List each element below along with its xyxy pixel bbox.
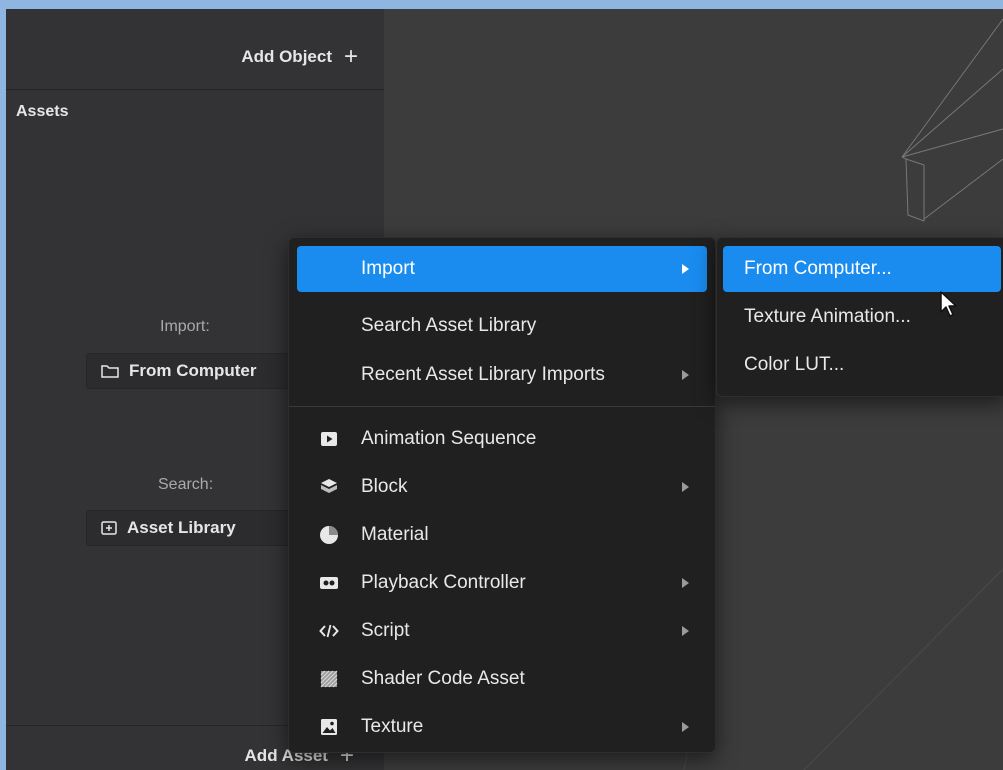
- from-computer-label: From Computer: [129, 361, 257, 380]
- from-computer-button[interactable]: From Computer: [86, 353, 296, 389]
- menu-item-script[interactable]: Script: [297, 608, 707, 654]
- mouse-cursor-icon: [940, 291, 957, 317]
- sphere-icon: [320, 526, 338, 544]
- submenu-arrow-icon: [682, 722, 689, 732]
- menu-item-texture[interactable]: Texture: [297, 704, 707, 750]
- import-submenu: From Computer... Texture Animation... Co…: [716, 237, 1003, 397]
- submenu-arrow-icon: [682, 578, 689, 588]
- asset-library-button[interactable]: Asset Library: [86, 510, 296, 546]
- submenu-arrow-icon: [682, 264, 689, 274]
- menu-item-shader-code-asset[interactable]: Shader Code Asset: [297, 656, 707, 702]
- menu-item-label: Material: [361, 524, 429, 545]
- menu-divider: [289, 406, 715, 407]
- add-folder-icon: [101, 521, 117, 535]
- submenu-item-texture-animation[interactable]: Texture Animation...: [723, 294, 1001, 340]
- menu-item-material[interactable]: Material: [297, 512, 707, 558]
- asset-library-label: Asset Library: [127, 518, 236, 537]
- code-icon: [319, 624, 339, 638]
- controller-icon: [320, 577, 338, 589]
- submenu-arrow-icon: [682, 482, 689, 492]
- menu-item-label: Texture: [361, 716, 424, 737]
- menu-item-label: Import: [361, 258, 415, 279]
- objects-header: Add Object +: [6, 9, 384, 90]
- plus-icon: +: [343, 43, 358, 70]
- menu-item-label: Search Asset Library: [361, 315, 537, 336]
- submenu-arrow-icon: [682, 370, 689, 380]
- submenu-item-color-lut[interactable]: Color LUT...: [723, 342, 1001, 388]
- shader-icon: [320, 670, 338, 688]
- add-object-label: Add Object: [241, 47, 332, 66]
- folder-icon: [101, 365, 119, 378]
- add-object-button[interactable]: Add Object +: [241, 43, 358, 70]
- menu-item-label: Playback Controller: [361, 572, 526, 593]
- cube-icon: [321, 479, 337, 493]
- menu-item-animation-sequence[interactable]: Animation Sequence: [297, 416, 707, 462]
- add-asset-context-menu: Import Search Asset Library Recent Asset…: [288, 237, 716, 753]
- menu-item-playback-controller[interactable]: Playback Controller: [297, 560, 707, 606]
- play-square-icon: [321, 432, 337, 446]
- menu-item-label: Shader Code Asset: [361, 668, 525, 689]
- app-window: Add Object + Assets Import: From Compute…: [6, 9, 1003, 770]
- search-section-label: Search:: [158, 476, 214, 493]
- menu-item-label: Recent Asset Library Imports: [361, 364, 605, 385]
- menu-item-recent-asset-library-imports[interactable]: Recent Asset Library Imports: [297, 352, 707, 398]
- image-icon: [321, 719, 337, 735]
- submenu-item-label: Color LUT...: [744, 354, 845, 375]
- menu-item-label: Block: [361, 476, 408, 497]
- import-section-label: Import:: [160, 318, 210, 335]
- menu-item-label: Animation Sequence: [361, 428, 537, 449]
- menu-item-search-asset-library[interactable]: Search Asset Library: [297, 303, 707, 349]
- menu-item-block[interactable]: Block: [297, 464, 707, 510]
- assets-panel-title: Assets: [16, 103, 69, 120]
- menu-item-label: Script: [361, 620, 410, 641]
- submenu-arrow-icon: [682, 626, 689, 636]
- submenu-item-label: From Computer...: [744, 258, 892, 279]
- menu-item-import[interactable]: Import: [297, 246, 707, 292]
- submenu-item-from-computer[interactable]: From Computer...: [723, 246, 1001, 292]
- submenu-item-label: Texture Animation...: [744, 306, 911, 327]
